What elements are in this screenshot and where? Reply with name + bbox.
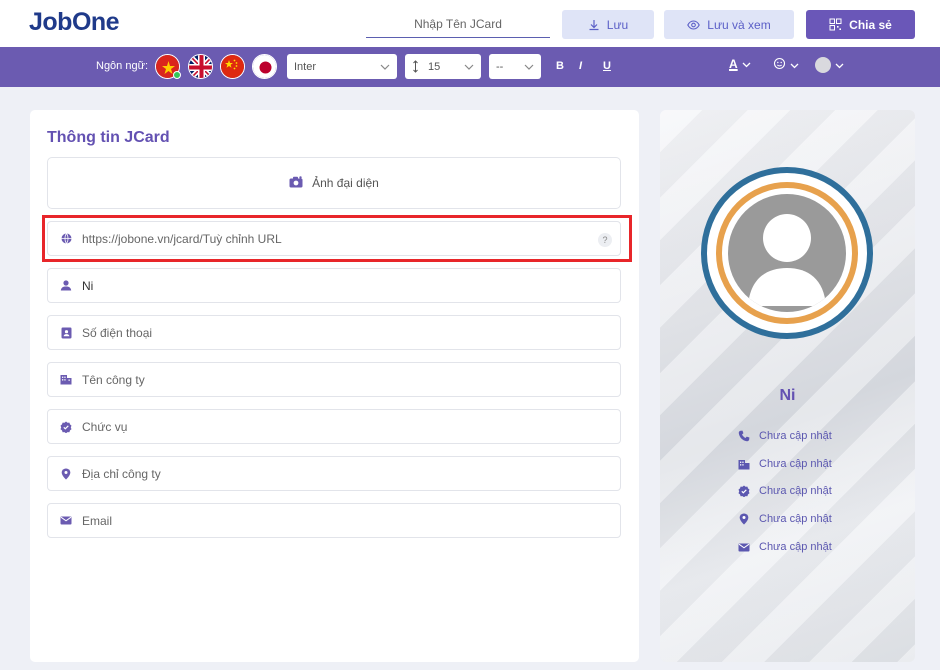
text-color-dropdown[interactable]: A — [729, 57, 751, 71]
preview-company-row: Chưa cập nhật — [738, 458, 832, 470]
position-field[interactable]: Chức vụ — [47, 409, 621, 444]
preview-phone: Chưa cập nhật — [759, 430, 832, 442]
app-header: JobOne Lưu Lưu và xem Chia sẻ — [0, 0, 940, 47]
chevron-down-icon — [380, 62, 390, 74]
share-label: Chia sẻ — [849, 17, 892, 32]
phone-placeholder: Số điện thoại — [82, 325, 153, 340]
emoji-icon — [773, 57, 786, 73]
building-icon — [60, 374, 72, 386]
position-placeholder: Chức vụ — [82, 419, 128, 434]
download-icon — [588, 19, 600, 31]
email-placeholder: Email — [82, 513, 113, 528]
preview-address-row: Chưa cập nhật — [738, 513, 832, 525]
line-height-icon — [412, 60, 419, 73]
chevron-down-icon — [524, 62, 534, 74]
address-field[interactable]: Địa chỉ công ty — [47, 456, 621, 491]
verified-badge-icon — [738, 485, 750, 497]
preview-phone-row: Chưa cập nhật — [738, 430, 832, 442]
phone-field[interactable]: Số điện thoại — [47, 315, 621, 350]
font-size-select[interactable]: 15 — [405, 54, 481, 79]
avatar-ring-inner — [716, 182, 858, 324]
avatar-upload[interactable]: Ảnh đại diện — [47, 157, 621, 209]
preview-position: Chưa cập nhật — [759, 485, 832, 497]
default-avatar — [728, 194, 846, 312]
chevron-down-icon — [464, 62, 474, 74]
active-language-indicator — [173, 71, 181, 79]
italic-button[interactable]: I — [579, 60, 582, 72]
chevron-down-icon — [835, 58, 844, 72]
share-button[interactable]: Chia sẻ — [806, 10, 915, 39]
preview-company: Chưa cập nhật — [759, 458, 832, 470]
url-placeholder: https://jobone.vn/jcard/Tuỳ chỉnh URL — [82, 231, 282, 246]
flag-uk-icon[interactable] — [188, 54, 213, 79]
line-height-value: -- — [496, 60, 504, 73]
logo[interactable]: JobOne — [29, 8, 120, 37]
name-value: Ni — [82, 278, 94, 293]
mail-icon — [60, 515, 72, 527]
font-family-value: Inter — [294, 60, 317, 73]
background-color-dropdown[interactable] — [815, 57, 844, 73]
qr-code-icon — [829, 18, 842, 31]
chevron-down-icon — [742, 57, 751, 71]
underline-button[interactable]: U — [603, 60, 611, 72]
user-icon — [60, 280, 72, 292]
save-label: Lưu — [606, 17, 629, 32]
flag-china-icon[interactable] — [220, 54, 245, 79]
avatar-label: Ảnh đại diện — [312, 176, 379, 190]
url-field[interactable]: https://jobone.vn/jcard/Tuỳ chỉnh URL ? — [47, 221, 621, 256]
preview-position-row: Chưa cập nhật — [738, 485, 832, 497]
bold-button[interactable]: B — [556, 60, 564, 72]
globe-icon — [60, 233, 72, 245]
help-icon[interactable]: ? — [598, 233, 612, 247]
preview-address: Chưa cập nhật — [759, 513, 832, 525]
emoji-dropdown[interactable] — [773, 57, 799, 73]
preview-email-row: Chưa cập nhật — [738, 541, 832, 553]
form-title: Thông tin JCard — [47, 129, 170, 146]
language-label: Ngôn ngữ: — [96, 60, 149, 72]
camera-icon — [289, 175, 303, 191]
email-field[interactable]: Email — [47, 503, 621, 538]
verified-badge-icon — [60, 421, 72, 433]
building-icon — [738, 458, 750, 470]
company-field[interactable]: Tên công ty — [47, 362, 621, 397]
preview-email: Chưa cập nhật — [759, 541, 832, 553]
save-and-view-button[interactable]: Lưu và xem — [664, 10, 794, 39]
save-button[interactable]: Lưu — [562, 10, 654, 39]
chevron-down-icon — [790, 58, 799, 72]
jcard-form: Thông tin JCard Ảnh đại diện https://job… — [30, 110, 639, 662]
line-height-select[interactable]: -- — [489, 54, 541, 79]
location-pin-icon — [738, 513, 750, 525]
format-toolbar: Ngôn ngữ: Inter 15 -- B I U A — [0, 47, 940, 87]
name-field[interactable]: Ni — [47, 268, 621, 303]
text-color-icon: A — [729, 57, 738, 71]
flag-japan-icon[interactable] — [252, 54, 277, 79]
font-size-value: 15 — [428, 60, 441, 73]
save-and-view-label: Lưu và xem — [707, 17, 771, 32]
eye-icon — [687, 19, 701, 30]
phone-icon — [738, 430, 750, 442]
preview-name: Ni — [779, 387, 796, 404]
jcard-name-input[interactable] — [366, 11, 550, 38]
address-placeholder: Địa chỉ công ty — [82, 466, 161, 481]
company-placeholder: Tên công ty — [82, 372, 145, 387]
jcard-preview: Ni Chưa cập nhật Chưa cập nhật Chưa cập … — [660, 110, 915, 662]
color-swatch-icon — [815, 57, 831, 73]
avatar-ring-outer — [701, 167, 873, 339]
mail-icon — [738, 541, 750, 553]
font-family-select[interactable]: Inter — [287, 54, 397, 79]
contact-phone-icon — [60, 327, 72, 339]
location-pin-icon — [60, 468, 72, 480]
